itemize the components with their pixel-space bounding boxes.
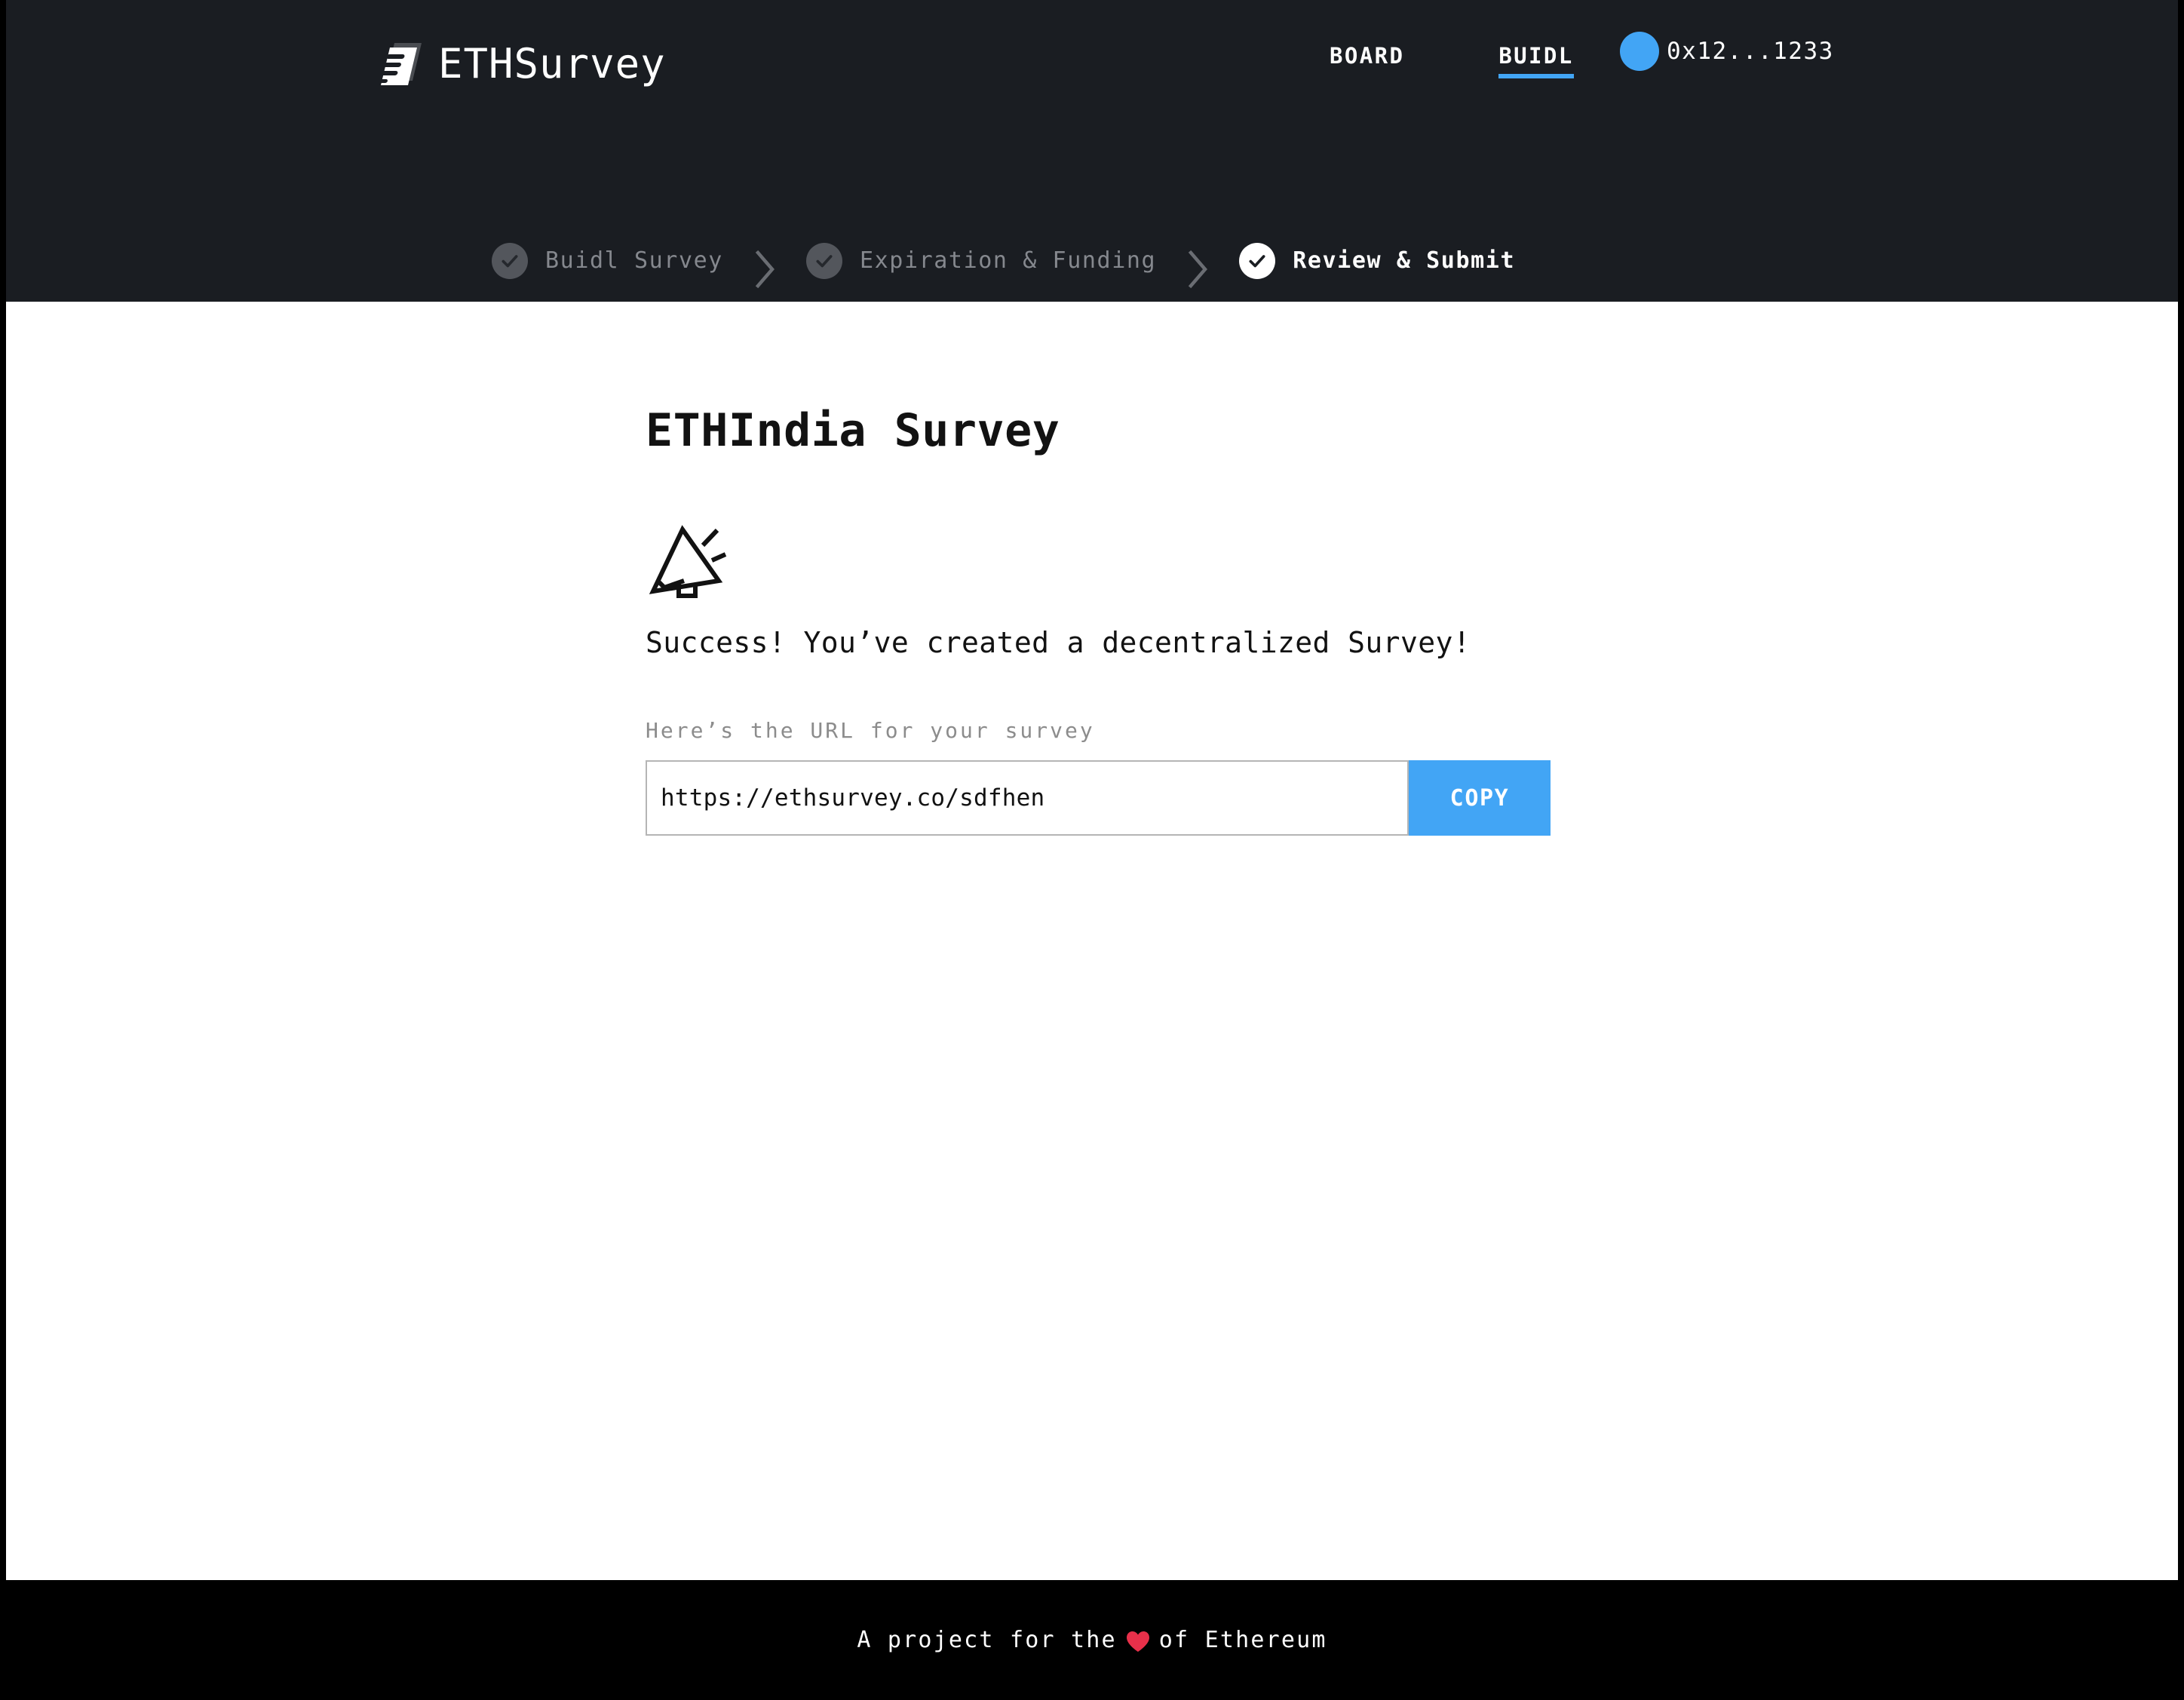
- site-footer: A project for the of Ethereum: [6, 1580, 2178, 1700]
- copy-button[interactable]: COPY: [1409, 760, 1551, 836]
- survey-url-input[interactable]: [646, 760, 1409, 836]
- heart-icon: [1126, 1631, 1150, 1652]
- main-nav: BOARD BUIDL: [1330, 38, 1574, 83]
- brand-name: ETHSurvey: [438, 40, 666, 87]
- step-expiration-funding[interactable]: Expiration & Funding: [805, 204, 1157, 302]
- document-icon: [381, 41, 422, 87]
- nav-item-board[interactable]: BOARD: [1330, 42, 1404, 78]
- page-title: ETHIndia Survey: [646, 404, 1060, 457]
- step-buidl-survey[interactable]: Buidl Survey: [492, 204, 723, 302]
- success-message: Success! You’ve created a decentralized …: [646, 626, 1471, 659]
- brand-logo[interactable]: ETHSurvey: [381, 38, 666, 91]
- wallet-button[interactable]: 0x12...1233: [1620, 32, 1834, 71]
- step-review-submit[interactable]: Review & Submit: [1180, 204, 1609, 320]
- url-label: Here’s the URL for your survey: [646, 718, 1095, 743]
- progress-stepper: Buidl Survey Expiration & Funding Review…: [6, 204, 2178, 320]
- check-icon: [1239, 243, 1276, 279]
- megaphone-icon: [646, 521, 729, 604]
- footer-credit: A project for the of Ethereum: [857, 1627, 1327, 1653]
- url-copy-row: COPY: [646, 760, 1551, 836]
- wallet-address: 0x12...1233: [1667, 38, 1834, 65]
- app-window: ETHSurvey BOARD BUIDL 0x12...1233 Buidl …: [6, 0, 2178, 1700]
- content-column: ETHIndia Survey Success! You’ve created …: [646, 404, 1701, 836]
- avatar: [1620, 32, 1659, 71]
- step-label-buidl-survey: Buidl Survey: [545, 247, 723, 274]
- check-icon: [492, 243, 528, 279]
- main-content: ETHIndia Survey Success! You’ve created …: [6, 302, 2178, 1580]
- footer-text-before: A project for the: [857, 1627, 1117, 1653]
- site-header: ETHSurvey BOARD BUIDL 0x12...1233 Buidl …: [6, 0, 2178, 320]
- nav-item-buidl[interactable]: BUIDL: [1498, 42, 1574, 78]
- step-label-review-submit: Review & Submit: [1293, 247, 1516, 274]
- step-label-expiration-funding: Expiration & Funding: [859, 247, 1157, 274]
- footer-text-after: of Ethereum: [1158, 1627, 1327, 1653]
- check-icon: [805, 243, 842, 279]
